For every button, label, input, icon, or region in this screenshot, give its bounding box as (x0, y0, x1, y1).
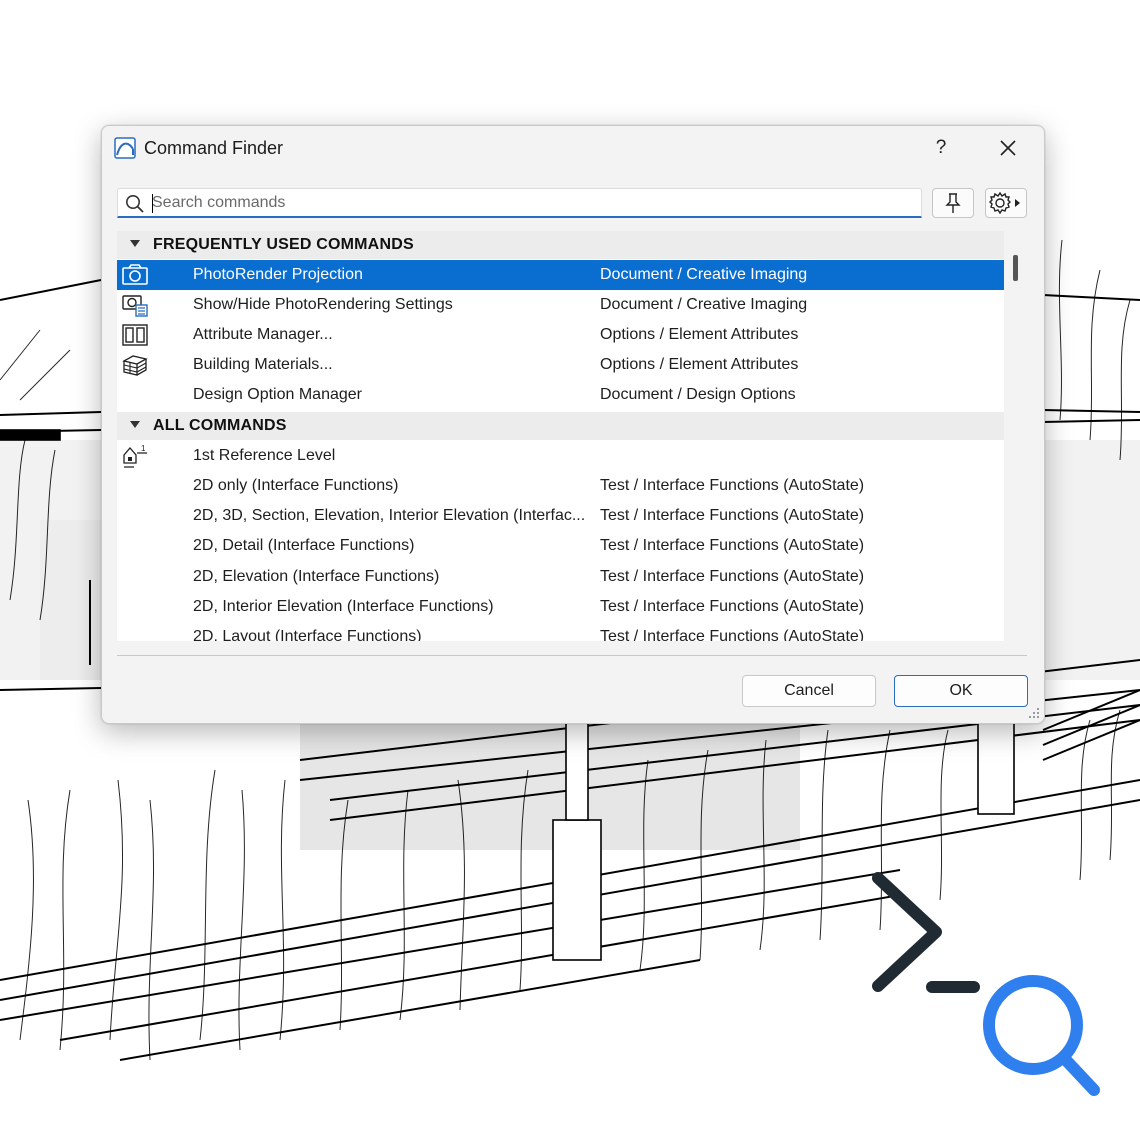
command-name: 2D, 3D, Section, Elevation, Interior Ele… (193, 507, 586, 524)
list-item[interactable]: 2D, 3D, Section, Elevation, Interior Ele… (117, 501, 1004, 531)
title-bar[interactable]: Command Finder ? (102, 126, 1044, 172)
command-name: Design Option Manager (193, 386, 362, 403)
command-path: Document / Creative Imaging (600, 266, 808, 283)
close-button[interactable] (988, 132, 1028, 164)
close-icon (1000, 140, 1016, 156)
list-item[interactable]: 2D, Interior Elevation (Interface Functi… (117, 592, 1004, 622)
command-path: Document / Design Options (600, 386, 796, 403)
footer-divider (117, 655, 1027, 656)
list-item[interactable]: PhotoRender Projection Document / Creati… (117, 260, 1004, 290)
command-path: Test / Interface Functions (AutoState) (600, 598, 865, 615)
group-label: ALL COMMANDS (153, 417, 287, 434)
list-item[interactable]: 2D, Elevation (Interface Functions) Test… (117, 562, 1004, 592)
list-item[interactable]: Show/Hide PhotoRendering Settings Docume… (117, 290, 1004, 320)
app-logo-icon (114, 137, 136, 159)
command-name: 1st Reference Level (193, 447, 336, 464)
command-path: Test / Interface Functions (AutoState) (600, 628, 865, 641)
dialog-title: Command Finder (144, 138, 284, 158)
collapse-triangle-icon[interactable] (130, 240, 140, 247)
text-caret (152, 194, 153, 213)
command-list[interactable]: FREQUENTLY USED COMMANDS PhotoRender Pro… (117, 231, 1004, 641)
command-path: Test / Interface Functions (AutoState) (600, 507, 865, 524)
command-path: Document / Creative Imaging (600, 296, 808, 313)
command-path: Test / Interface Functions (AutoState) (600, 568, 865, 585)
command-path: Options / Element Attributes (600, 356, 799, 373)
command-name: Building Materials... (193, 356, 333, 373)
list-item[interactable]: 1 1st Reference Level (117, 441, 1004, 471)
pin-button[interactable] (932, 188, 974, 218)
command-search-logo-icon (872, 872, 1100, 1096)
command-name: PhotoRender Projection (193, 266, 363, 283)
scrollbar-thumb[interactable] (1013, 255, 1018, 281)
camera-icon (121, 262, 149, 288)
building-materials-icon (121, 352, 149, 378)
collapse-triangle-icon[interactable] (130, 421, 140, 428)
search-field[interactable] (117, 188, 922, 218)
group-header-all[interactable]: ALL COMMANDS (117, 412, 1004, 440)
resize-grip-icon[interactable] (1027, 706, 1041, 720)
command-path: Options / Element Attributes (600, 326, 799, 343)
cancel-button[interactable]: Cancel (742, 675, 876, 707)
command-path: Test / Interface Functions (AutoState) (600, 537, 865, 554)
command-name: Show/Hide PhotoRendering Settings (193, 296, 453, 313)
camera-settings-icon (121, 292, 149, 318)
group-header-frequent[interactable]: FREQUENTLY USED COMMANDS (117, 231, 1004, 259)
list-item[interactable]: 2D, Layout (Interface Functions) Test / … (117, 622, 1004, 641)
list-item[interactable]: 2D only (Interface Functions) Test / Int… (117, 471, 1004, 501)
search-icon (125, 194, 145, 214)
search-input[interactable] (152, 191, 912, 215)
reference-level-icon: 1 (121, 443, 149, 469)
command-name: 2D, Layout (Interface Functions) (193, 628, 422, 641)
attribute-manager-icon (121, 322, 149, 348)
list-item[interactable]: Attribute Manager... Options / Element A… (117, 320, 1004, 350)
svg-text:1: 1 (141, 444, 146, 453)
command-name: 2D, Interior Elevation (Interface Functi… (193, 598, 494, 615)
list-item[interactable]: Building Materials... Options / Element … (117, 350, 1004, 380)
ok-button[interactable]: OK (894, 675, 1028, 707)
group-label: FREQUENTLY USED COMMANDS (153, 236, 414, 253)
list-scrollbar[interactable] (1009, 231, 1023, 641)
pin-icon (945, 193, 961, 213)
command-name: 2D, Elevation (Interface Functions) (193, 568, 440, 585)
list-item[interactable]: Design Option Manager Document / Design … (117, 380, 1004, 410)
gear-menu-icon (989, 191, 1020, 215)
settings-menu-button[interactable] (985, 188, 1027, 218)
help-button[interactable]: ? (924, 132, 958, 164)
command-name: Attribute Manager... (193, 326, 333, 343)
command-name: 2D only (Interface Functions) (193, 477, 399, 494)
command-path: Test / Interface Functions (AutoState) (600, 477, 865, 494)
command-name: 2D, Detail (Interface Functions) (193, 537, 415, 554)
list-item[interactable]: 2D, Detail (Interface Functions) Test / … (117, 531, 1004, 561)
command-finder-dialog: Command Finder ? Search commands FREQUEN… (101, 125, 1045, 724)
